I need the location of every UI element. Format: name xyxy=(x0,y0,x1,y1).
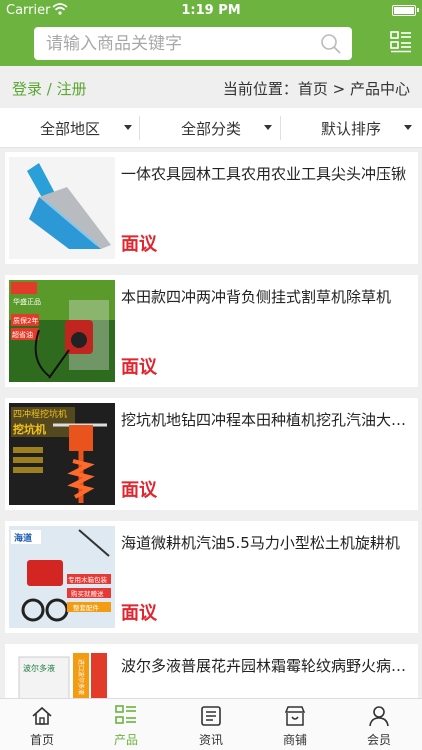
product-title: 本田款四冲两冲背负侧挂式割草机除草机 xyxy=(121,288,392,306)
divider xyxy=(139,116,140,140)
tab-member[interactable]: 会员 xyxy=(337,699,421,750)
filter-sort[interactable]: 默认排序 xyxy=(282,108,422,148)
filter-bar: 全部地区 全部分类 默认排序 xyxy=(0,108,422,148)
login-register-link[interactable]: 登录 / 注册 xyxy=(12,78,87,99)
tab-member-label: 会员 xyxy=(366,733,391,747)
tag-gift: 购买就赠送 xyxy=(71,589,104,598)
filter-region[interactable]: 全部地区 xyxy=(0,108,140,148)
product-image-brush-cutter[interactable]: 华盛正品 质保2年 超省油 xyxy=(9,280,115,382)
product-list-icon xyxy=(115,705,136,724)
tag-accessories: 整套配件 xyxy=(73,603,100,612)
filter-category-label: 全部分类 xyxy=(181,120,242,138)
product-title: 挖坑机地钻四冲程本田种植机挖孔汽油大功率 xyxy=(121,411,413,429)
product-item[interactable]: 四冲程挖坑机 挖坑机 挖坑机地钻四冲程本田种植机挖孔汽油大功率 面议 xyxy=(5,398,418,510)
category-menu-icon[interactable] xyxy=(390,31,412,53)
filter-category[interactable]: 全部分类 xyxy=(141,108,281,148)
search-input[interactable] xyxy=(34,27,314,60)
store-icon xyxy=(284,706,306,726)
breadcrumb-bar: 登录 / 注册 当前位置：首页 > 产品中心 xyxy=(0,66,422,108)
product-item[interactable]: 华盛正品 质保2年 超省油 本田款四冲两冲背负侧挂式割草机除草机 面议 xyxy=(5,275,418,387)
tab-news[interactable]: 资讯 xyxy=(169,699,253,750)
product-title: 海道微耕机汽油5.5马力小型松土机旋耕机 xyxy=(121,534,400,552)
product-image-earth-auger[interactable]: 四冲程挖坑机 挖坑机 xyxy=(9,403,115,505)
breadcrumb: 当前位置：首页 > 产品中心 xyxy=(222,80,410,98)
tab-home-label: 首页 xyxy=(29,733,54,747)
search-icon[interactable] xyxy=(320,33,342,55)
tag-wooden-box: 专用木箱包装 xyxy=(68,575,108,584)
search-box[interactable] xyxy=(34,27,352,60)
product-price: 面议 xyxy=(121,234,157,255)
home-icon xyxy=(32,706,52,725)
chevron-down-icon xyxy=(124,125,132,130)
brand-logo-text: 海道 xyxy=(14,532,32,544)
badge-genuine: 华盛正品 xyxy=(13,297,41,306)
chevron-down-icon xyxy=(264,125,272,130)
badge-warranty: 质保2年 xyxy=(13,316,38,325)
tab-products[interactable]: 产品 xyxy=(84,699,168,750)
tab-home[interactable]: 首页 xyxy=(0,699,84,750)
bottom-tab-bar: 首页 产品 资讯 商铺 会员 xyxy=(0,698,422,750)
product-price: 面议 xyxy=(121,357,157,378)
news-icon xyxy=(201,706,221,726)
app-root: Carrier 1:19 PM 登录 / xyxy=(0,0,422,750)
filter-region-label: 全部地区 xyxy=(40,120,101,138)
tab-shops-label: 商铺 xyxy=(282,733,307,747)
side-label: 进口波尔多液 xyxy=(77,659,85,695)
package-label: 波尔多液 xyxy=(23,663,55,673)
chevron-down-icon xyxy=(404,125,412,130)
product-title: 波尔多液普展花卉园林霜霉轮纹病野火病杀菌剂 xyxy=(121,657,413,675)
product-title: 一体农具园林工具农用农业工具尖头冲压锹 xyxy=(121,165,407,183)
tab-news-label: 资讯 xyxy=(198,733,223,747)
user-icon xyxy=(369,706,389,727)
product-item[interactable]: 海道 专用木箱包装 购买就赠送 整套配件 海道微耕机汽油5.5马力小型松土机旋耕… xyxy=(5,521,418,633)
status-bar: Carrier 1:19 PM xyxy=(0,0,422,22)
product-price: 面议 xyxy=(121,480,157,501)
tab-shops[interactable]: 商铺 xyxy=(253,699,337,750)
product-image-tiller[interactable]: 海道 专用木箱包装 购买就赠送 整套配件 xyxy=(9,526,115,628)
tab-products-label: 产品 xyxy=(113,733,138,747)
product-image-shovel[interactable] xyxy=(9,157,115,259)
product-item[interactable]: 一体农具园林工具农用农业工具尖头冲压锹 面议 xyxy=(5,152,418,264)
status-time: 1:19 PM xyxy=(181,3,241,18)
filter-sort-label: 默认排序 xyxy=(321,120,382,138)
product-price: 面议 xyxy=(121,603,157,624)
battery-icon xyxy=(392,5,419,16)
banner-auger: 挖坑机 xyxy=(13,422,46,436)
badge-fuel-saving: 超省油 xyxy=(12,330,33,339)
banner-four-stroke: 四冲程挖坑机 xyxy=(13,408,67,420)
header: Carrier 1:19 PM xyxy=(0,0,422,66)
divider xyxy=(280,116,281,140)
